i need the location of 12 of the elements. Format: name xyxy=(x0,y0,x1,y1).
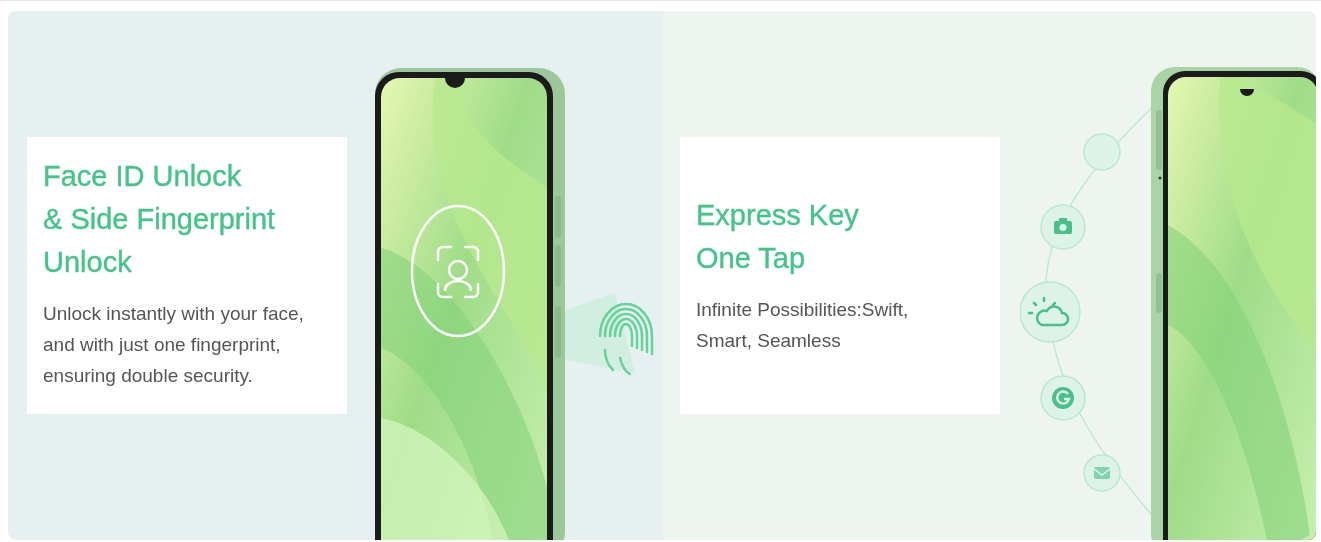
camera-icon xyxy=(1054,218,1072,234)
face-scan-icon xyxy=(410,204,506,338)
feature-description: Infinite Possibilities:Swift, Smart, Seamless xyxy=(696,298,910,353)
feature-heading: Express Key One Tap xyxy=(696,198,860,276)
fingerprint-icon xyxy=(598,302,654,376)
g-circle-icon xyxy=(1052,387,1074,409)
icon-bubble xyxy=(1020,281,1081,343)
icon-bubble xyxy=(1083,133,1121,171)
feature-heading: Face ID Unlock & Side Fingerprint Unlock xyxy=(43,159,277,280)
mail-icon xyxy=(1093,467,1111,479)
weather-icon xyxy=(1027,296,1070,327)
feature-description: Unlock instantly with your face, and with just one fingerprint, ensuring double security. xyxy=(43,302,305,388)
